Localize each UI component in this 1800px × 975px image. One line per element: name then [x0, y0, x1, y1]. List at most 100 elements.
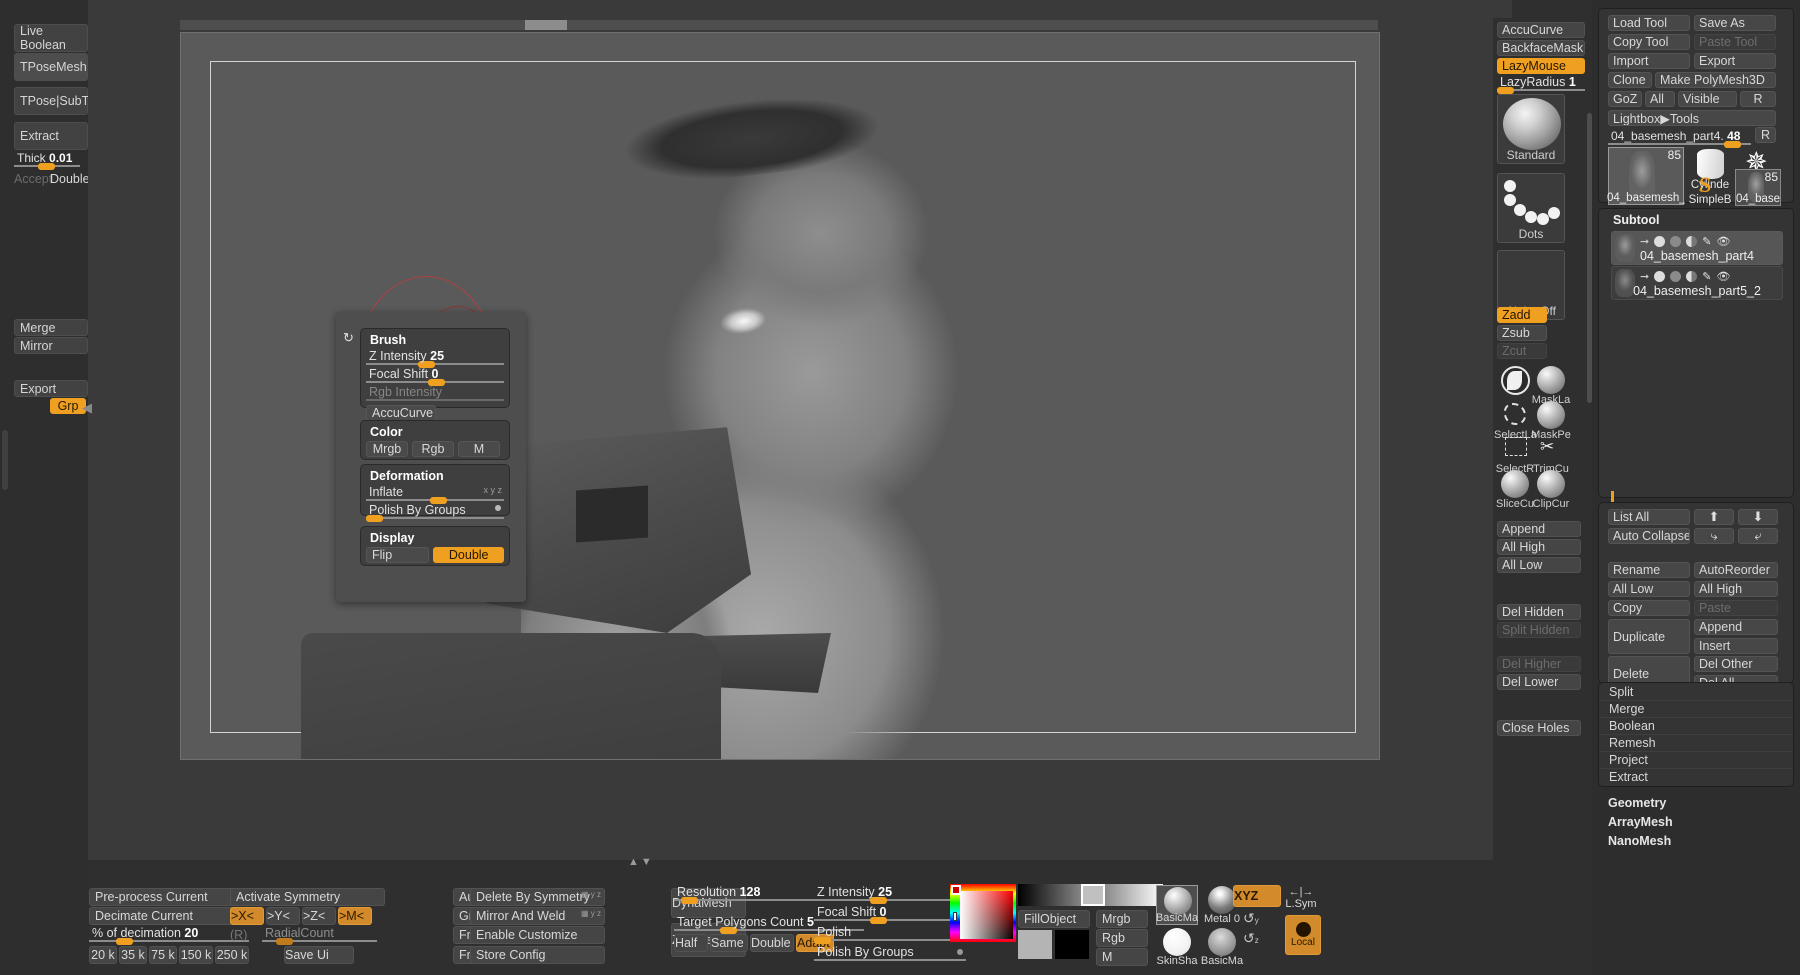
subtool-shade-dot-2[interactable]	[1670, 271, 1682, 282]
paste-tool-button[interactable]: Paste Tool	[1694, 34, 1776, 50]
tool-thumb-basemesh2[interactable]: 85 04_base	[1735, 169, 1781, 206]
arraymesh-menu[interactable]: ArrayMesh	[1608, 815, 1673, 829]
primary-color-swatch[interactable]	[1018, 930, 1052, 959]
grp-button[interactable]: Grp	[50, 398, 86, 414]
append-button[interactable]: Append	[1694, 619, 1778, 635]
selectr-tool-icon[interactable]: SelectR	[1496, 435, 1534, 475]
subtool-eye-icon-2[interactable]: 👁	[1716, 270, 1730, 283]
preset-150k-button[interactable]: 150 k	[179, 946, 213, 964]
popup-mrgb-button[interactable]: Mrgb	[366, 441, 408, 457]
material-slot-skinsha[interactable]: SkinSha	[1156, 927, 1198, 967]
subtool-visibility-dot-1[interactable]	[1654, 236, 1666, 247]
list-all-button[interactable]: List All	[1608, 509, 1690, 525]
popup-accucurve-button[interactable]: AccuCurve	[366, 405, 436, 421]
subtool-row-part5[interactable]: ➞ ✎ 👁 04_basemesh_part5_2	[1611, 266, 1783, 300]
polish-groups-toggle[interactable]	[495, 505, 501, 511]
zsub-button[interactable]: Zsub	[1497, 325, 1547, 341]
subtool-eye-icon-1[interactable]: 👁	[1716, 235, 1730, 248]
inflate-axes[interactable]: x y z	[483, 485, 502, 495]
all-high-button-column[interactable]: All High	[1497, 539, 1581, 555]
paste-button[interactable]: Paste	[1694, 600, 1778, 616]
tool-r-button[interactable]: R	[1755, 127, 1776, 143]
tool-thumb-simplebrush[interactable]: S SimpleB	[1687, 172, 1733, 206]
symmetry-z-button[interactable]: >Z<	[302, 907, 336, 925]
mirror-weld-axes-icon[interactable]: ▦ y z	[581, 909, 601, 918]
all-low-button[interactable]: All Low	[1608, 581, 1690, 597]
subtool-icons-part4[interactable]: ➞ ✎ 👁	[1640, 235, 1730, 248]
del-higher-button[interactable]: Del Higher	[1497, 656, 1581, 672]
popup-flip-button[interactable]: Flip	[366, 547, 430, 563]
stroke-swatch[interactable]: Dots	[1497, 173, 1565, 243]
reload-icon[interactable]: ↻	[343, 330, 357, 345]
del-other-button[interactable]: Del Other	[1694, 656, 1778, 672]
activate-symmetry-button[interactable]: Activate Symmetry	[230, 888, 385, 906]
color-picker-corner-icon[interactable]	[951, 885, 961, 895]
insert-button[interactable]: Insert	[1694, 638, 1778, 654]
shelf-z-intensity-slider[interactable]: Z Intensity 25	[814, 885, 966, 904]
append-button-column[interactable]: Append	[1497, 521, 1581, 537]
shelf-focal-shift-slider[interactable]: Focal Shift 0	[814, 905, 966, 924]
lightbox-tools-button[interactable]: Lightbox▶Tools	[1608, 110, 1776, 126]
del-lower-button[interactable]: Del Lower	[1497, 674, 1581, 690]
store-config-button[interactable]: Store Config	[470, 946, 605, 964]
polish-groups-toggle-icon[interactable]	[957, 949, 963, 955]
delete-by-symmetry-button[interactable]: Delete By Symmetry ▦ y z	[470, 888, 605, 906]
symmetry-m-button[interactable]: >M<	[338, 907, 372, 925]
thick-slider[interactable]: Thick 0.01	[14, 151, 80, 170]
symmetry-y-button[interactable]: >Y<	[266, 907, 300, 925]
subtool-visibility-dot-2[interactable]	[1654, 271, 1666, 282]
color-picker-field[interactable]	[960, 891, 1013, 939]
nanomesh-menu[interactable]: NanoMesh	[1608, 834, 1671, 848]
r-button[interactable]: R	[1740, 91, 1776, 107]
xyz-button[interactable]: XYZ	[1233, 885, 1281, 907]
gradient-selected-swatch[interactable]	[1081, 884, 1105, 906]
copy-button[interactable]: Copy	[1608, 600, 1690, 616]
local-button[interactable]: Local	[1285, 915, 1321, 955]
extract-button[interactable]: Extract	[14, 122, 88, 150]
delete-by-symmetry-axes-icon[interactable]: ▦ y z	[581, 890, 601, 899]
radial-count-slider[interactable]: RadialCount	[262, 926, 377, 945]
symmetry-x-button[interactable]: >X<	[230, 907, 264, 925]
mirror-and-weld-button[interactable]: Mirror And Weld ▦ y z	[470, 907, 605, 925]
load-tool-button[interactable]: Load Tool	[1608, 15, 1690, 31]
subtool-icons-part5[interactable]: ➞ ✎ 👁	[1640, 270, 1730, 283]
subtool-row-part4[interactable]: ➞ ✎ 👁 04_basemesh_part4	[1611, 231, 1783, 265]
move-down-button[interactable]: ⬇	[1738, 509, 1778, 525]
popup-focal-shift-slider[interactable]: Focal Shift 0	[366, 367, 504, 386]
make-polymesh3d-button[interactable]: Make PolyMesh3D	[1655, 72, 1776, 88]
lsym-button[interactable]: ←|→ L.Sym	[1285, 886, 1317, 910]
maskla-tool-icon[interactable]: MaskLa	[1532, 366, 1570, 406]
decimate-current-button[interactable]: Decimate Current	[89, 907, 249, 925]
shelf-polish-groups-slider[interactable]: Polish By Groups	[814, 945, 966, 962]
preset-250k-button[interactable]: 250 k	[215, 946, 249, 964]
secondary-color-swatch[interactable]	[1055, 930, 1089, 959]
quick-menu-popup[interactable]: ↻ Brush Z Intensity 25 Focal Shift 0 Rgb…	[336, 312, 526, 602]
gradient-light-bar[interactable]	[1105, 884, 1163, 906]
subtool-pen-icon-1[interactable]: ✎	[1702, 235, 1711, 248]
gradient-dark-bar[interactable]	[1018, 884, 1083, 906]
double-resolution-button[interactable]: Double	[750, 934, 794, 952]
accept-button[interactable]: Accept	[14, 172, 52, 186]
rename-button[interactable]: Rename	[1608, 562, 1690, 578]
trimcu-tool-icon[interactable]: ✂ TrimCu	[1533, 435, 1569, 475]
preset-35k-button[interactable]: 35 k	[119, 946, 147, 964]
color-picker-cursor[interactable]	[953, 912, 957, 921]
preset-75k-button[interactable]: 75 k	[149, 946, 177, 964]
tposemesh-button[interactable]: TPoseMesh	[14, 53, 88, 81]
tool-name-slider[interactable]: 04_basemesh_part4. 48	[1608, 129, 1751, 148]
fill-object-button[interactable]: FillObject	[1018, 910, 1090, 928]
shelf-polish-slider[interactable]: Polish	[814, 925, 966, 944]
goz-button[interactable]: GoZ	[1608, 91, 1642, 107]
import-button[interactable]: Import	[1608, 53, 1690, 69]
tool-thumb-basemesh[interactable]: 85 04_basemesh_p	[1607, 147, 1685, 205]
same-button[interactable]: Same	[710, 934, 748, 952]
boolean-item[interactable]: Boolean	[1599, 717, 1793, 734]
export-button-left[interactable]: Export	[14, 380, 88, 397]
lazymouse-toggle[interactable]: LazyMouse	[1497, 58, 1585, 74]
subtool-shade-dot-1[interactable]	[1670, 236, 1682, 247]
move-up-button[interactable]: ⬆	[1694, 509, 1734, 525]
export-button[interactable]: Export	[1694, 53, 1776, 69]
popup-m-button[interactable]: M	[458, 441, 500, 457]
shelf-mrgb-button[interactable]: Mrgb	[1096, 910, 1148, 928]
copy-tool-button[interactable]: Copy Tool	[1608, 34, 1690, 50]
